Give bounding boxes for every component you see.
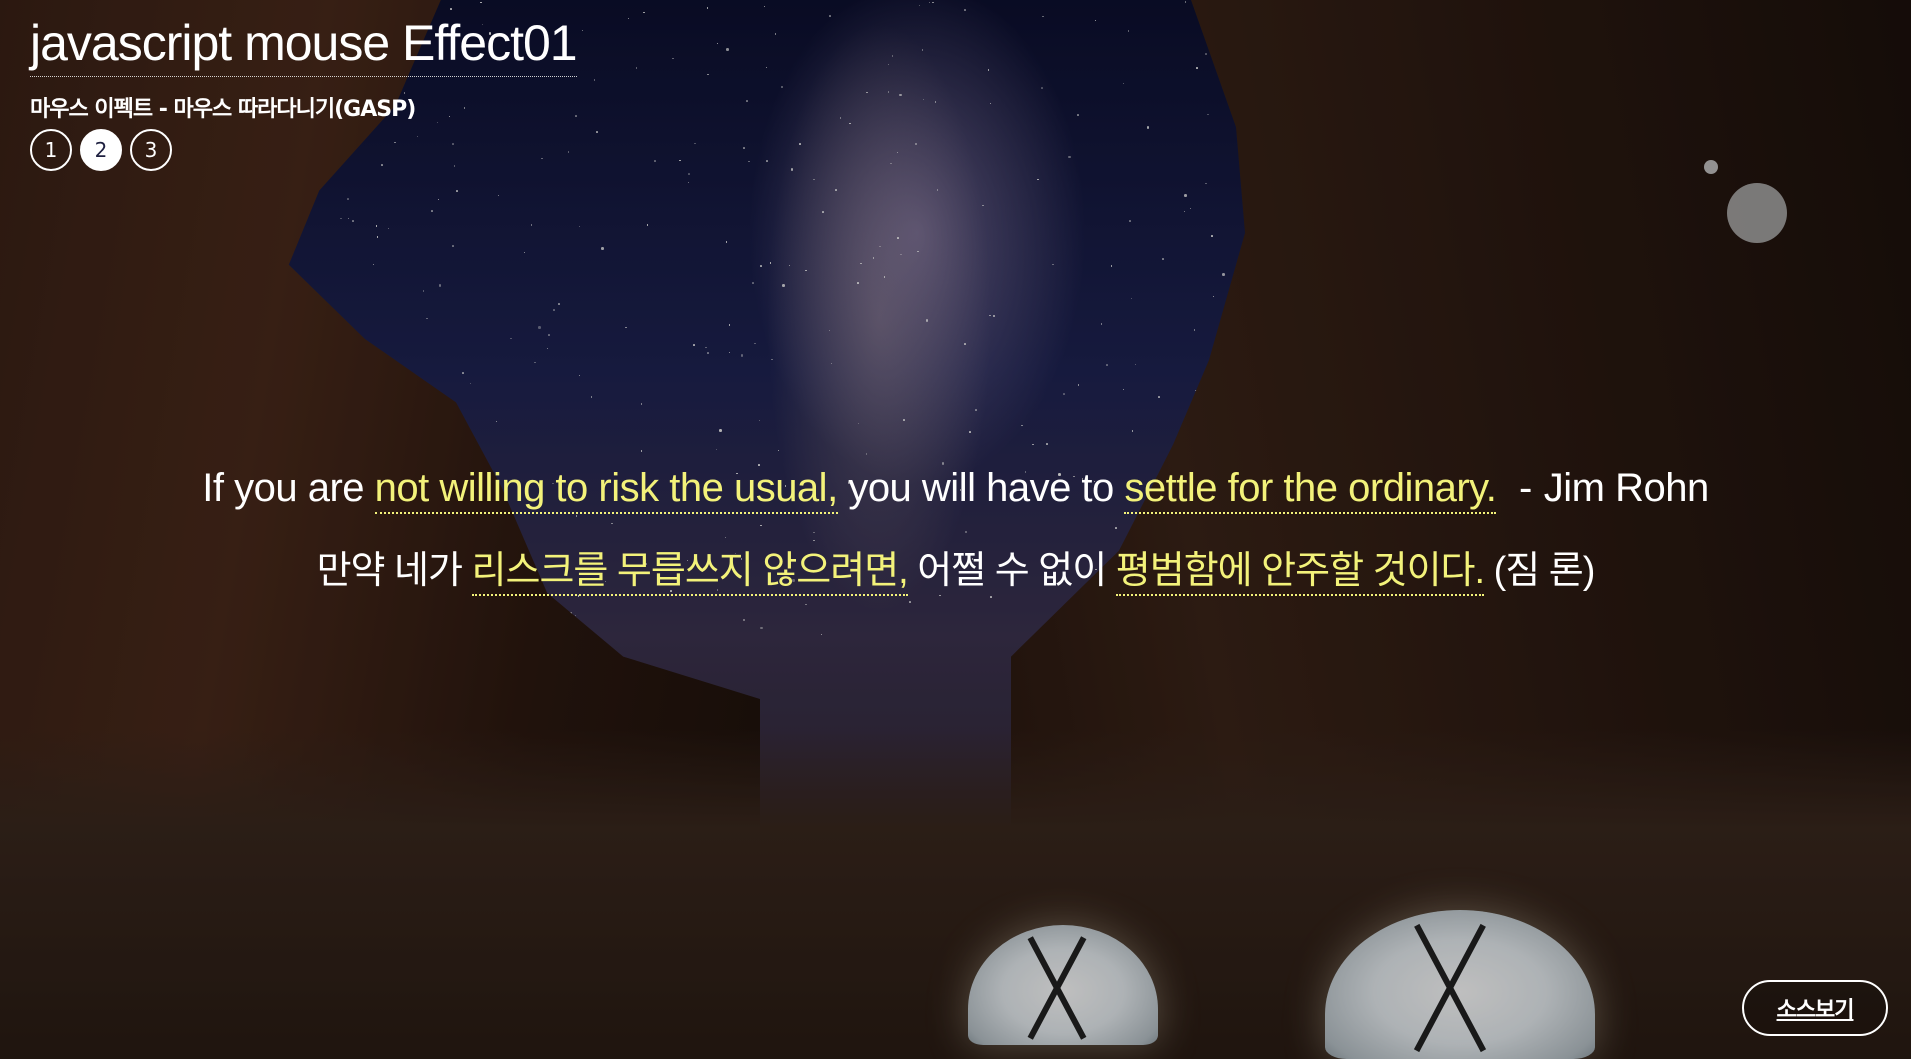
quote-en-dash: - xyxy=(1518,466,1532,510)
quote-english: If you are not willing to risk the usual… xyxy=(0,466,1911,514)
mouse-cursor-dot xyxy=(1704,160,1718,174)
effect-pager: 1 2 3 xyxy=(30,129,577,171)
pager-button-2[interactable]: 2 xyxy=(80,129,122,171)
quote-ko-highlight-1[interactable]: 리스크를 무릅쓰지 않으려면, xyxy=(471,550,909,596)
quote-en-author: Jim Rohn xyxy=(1543,466,1709,510)
quote-ko-highlight-2[interactable]: 평범함에 안주할 것이다. xyxy=(1115,550,1485,596)
quote-block: If you are not willing to risk the usual… xyxy=(0,466,1911,596)
view-source-button[interactable]: 소스보기 xyxy=(1742,980,1888,1036)
quote-ko-text-2: 어쩔 수 없이 xyxy=(917,550,1107,592)
quote-en-highlight-2[interactable]: settle for the ordinary. xyxy=(1124,466,1497,514)
page-info: javascript mouse Effect01 마우스 이펙트 - 마우스 … xyxy=(30,18,578,171)
quote-en-text-2: you will have to xyxy=(848,466,1114,510)
quote-ko-author: (짐 론) xyxy=(1493,550,1596,592)
page-title: javascript mouse Effect01 xyxy=(30,18,578,77)
pager-button-3[interactable]: 3 xyxy=(130,129,172,171)
mouse-follower-circle xyxy=(1727,183,1787,243)
quote-en-text-1: If you are xyxy=(202,466,365,510)
quote-ko-text-1: 만약 네가 xyxy=(316,550,463,592)
quote-korean: 만약 네가 리스크를 무릅쓰지 않으려면, 어쩔 수 없이 평범함에 안주할 것… xyxy=(0,539,1911,596)
page-subtitle: 마우스 이펙트 - 마우스 따라다니기(GASP) xyxy=(30,97,416,122)
pager-button-1[interactable]: 1 xyxy=(30,129,72,171)
quote-en-highlight-1[interactable]: not willing to risk the usual, xyxy=(374,466,838,514)
